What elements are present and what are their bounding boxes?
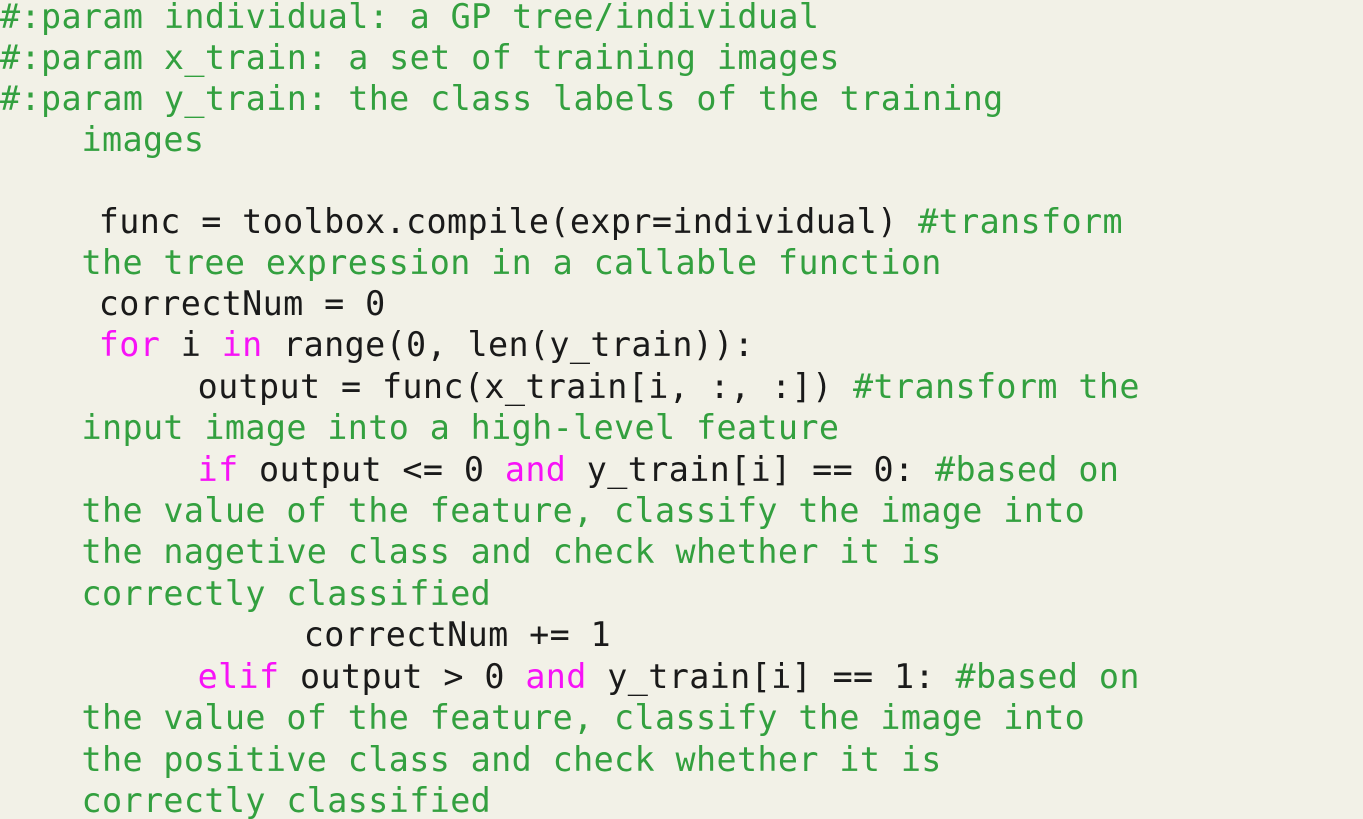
- code-line: images: [0, 119, 205, 160]
- code-token-keyword: and: [525, 657, 587, 696]
- code-line: correctNum = 0: [0, 283, 386, 324]
- code-token-code: y_train[i] == 1:: [586, 657, 956, 696]
- code-line: correctNum += 1: [0, 614, 611, 655]
- code-token-comment: #:param y_train: the class labels of the…: [0, 79, 1004, 118]
- code-line: if output <= 0 and y_train[i] == 0: #bas…: [0, 449, 1119, 490]
- code-line: #:param y_train: the class labels of the…: [0, 78, 1004, 119]
- code-line: the tree expression in a callable functi…: [0, 242, 942, 283]
- code-line: correctly classified: [0, 780, 491, 819]
- code-token-keyword: for: [98, 325, 161, 364]
- code-line: the positive class and check whether it …: [0, 739, 942, 780]
- code-line: func = toolbox.compile(expr=individual) …: [0, 201, 1123, 242]
- code-token-code: output = func(x_train[i, :, :]): [197, 367, 854, 406]
- code-token-code: i: [160, 325, 222, 364]
- code-token-keyword: in: [221, 325, 263, 364]
- code-token-comment: correctly classified: [81, 781, 492, 819]
- code-token-comment: the nagetive class and check whether it …: [81, 532, 942, 571]
- code-line: #:param x_train: a set of training image…: [0, 37, 840, 78]
- code-token-comment: #transform: [918, 202, 1123, 241]
- code-token-code: func = toolbox.compile(expr=individual): [98, 202, 919, 241]
- code-line: the value of the feature, classify the i…: [0, 490, 1085, 531]
- code-line: input image into a high-level feature: [0, 407, 839, 448]
- code-line: output = func(x_train[i, :, :]) #transfo…: [0, 366, 1140, 407]
- code-listing: #:param individual: a GP tree/individual…: [0, 0, 1363, 819]
- code-token-code: output <= 0: [238, 450, 505, 489]
- code-token-keyword: elif: [197, 657, 280, 696]
- code-line: #:param individual: a GP tree/individual: [0, 0, 819, 37]
- code-line: for i in range(0, len(y_train)):: [0, 324, 754, 365]
- code-token-comment: #:param individual: a GP tree/individual: [0, 0, 820, 36]
- code-token-comment: #:param x_train: a set of training image…: [0, 38, 840, 77]
- code-line: elif output > 0 and y_train[i] == 1: #ba…: [0, 656, 1140, 697]
- code-token-comment: correctly classified: [81, 574, 492, 613]
- code-line: the nagetive class and check whether it …: [0, 531, 942, 572]
- code-token-comment: #transform the: [853, 367, 1140, 406]
- code-token-comment: #based on: [935, 450, 1120, 489]
- code-token-comment: #based on: [955, 657, 1140, 696]
- code-token-comment: the value of the feature, classify the i…: [81, 698, 1086, 737]
- code-token-comment: the value of the feature, classify the i…: [81, 491, 1086, 530]
- code-token-comment: the positive class and check whether it …: [81, 740, 942, 779]
- code-token-code: output > 0: [279, 657, 526, 696]
- code-token-comment: input image into a high-level feature: [81, 408, 840, 447]
- code-token-code: correctNum += 1: [303, 615, 612, 654]
- code-token-comment: the tree expression in a callable functi…: [81, 243, 942, 282]
- code-token-keyword: if: [197, 450, 239, 489]
- code-token-code: y_train[i] == 0:: [566, 450, 935, 489]
- code-line: correctly classified: [0, 573, 491, 614]
- code-token-code: correctNum = 0: [98, 284, 386, 323]
- code-token-code: range(0, len(y_train)):: [262, 325, 755, 364]
- code-line: the value of the feature, classify the i…: [0, 697, 1085, 738]
- code-token-comment: images: [81, 120, 205, 159]
- code-token-keyword: and: [504, 450, 567, 489]
